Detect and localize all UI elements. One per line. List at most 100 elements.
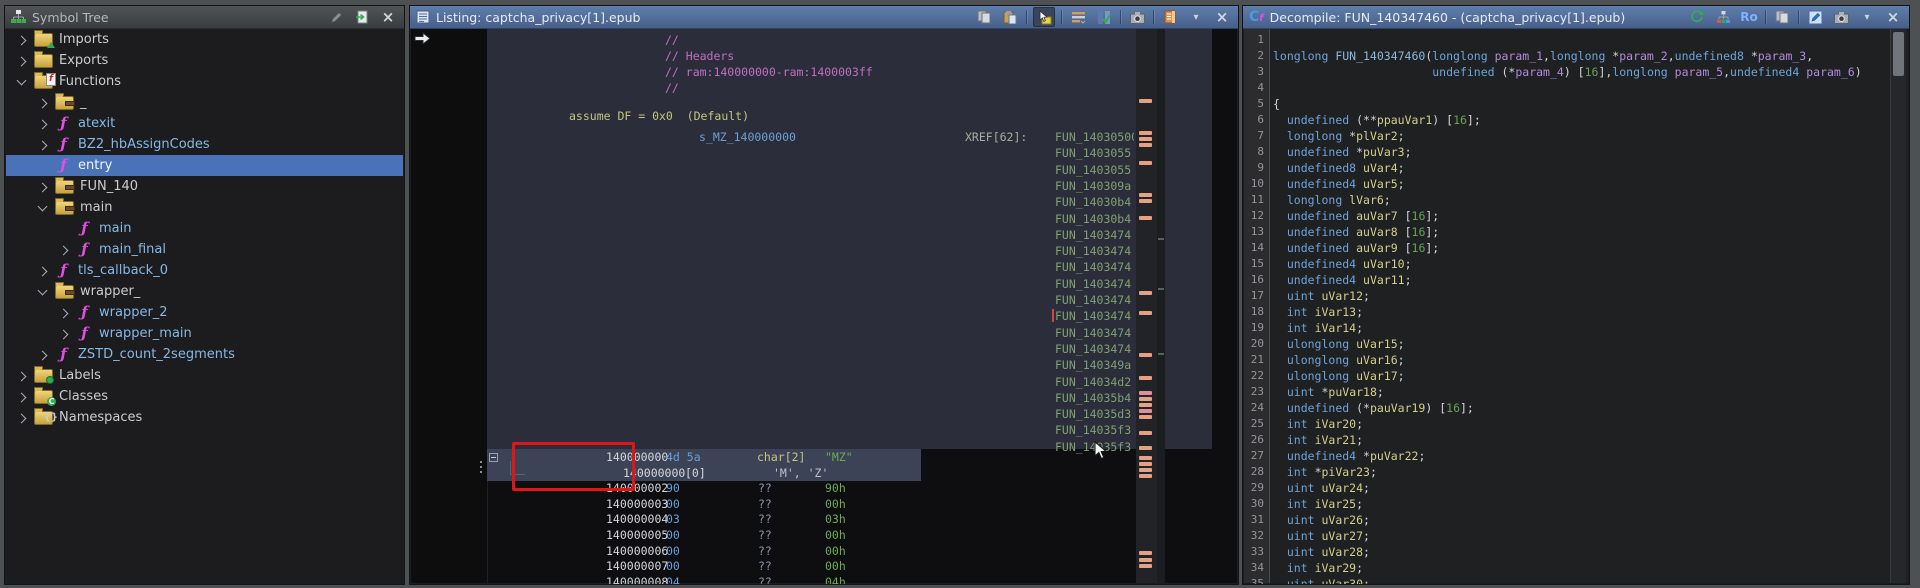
xref-item[interactable]: FUN_1403055 [1055,145,1134,161]
tree-item-tls_callback_0[interactable]: ƒtls_callback_0 [6,260,403,281]
xref-item[interactable]: FUN_14035f3 [1055,422,1134,438]
marker-margin[interactable] [1136,29,1157,583]
chevron-right-icon[interactable] [56,330,70,338]
drag-handle[interactable] [480,458,482,476]
import-icon[interactable] [352,8,372,26]
xref-item[interactable]: FUN_14034d2 [1055,374,1134,390]
diff-icon[interactable] [1094,8,1114,26]
graph-icon[interactable] [1713,8,1733,26]
chevron-down-icon[interactable] [14,79,28,84]
change-marker[interactable] [1139,468,1152,472]
tree-item-wrapper_2[interactable]: ƒwrapper_2 [6,302,403,323]
change-marker[interactable] [1139,564,1152,568]
listing-titlebar[interactable]: Listing: captcha_privacy[1].epub ▾ × [410,6,1238,29]
chevron-right-icon[interactable] [14,393,28,401]
tree-item-BZ2_hbAssignCodes[interactable]: ƒBZ2_hbAssignCodes [6,134,403,155]
change-marker[interactable] [1139,558,1152,562]
edit-icon[interactable] [326,8,346,26]
tree-item-Imports[interactable]: Imports [6,29,403,50]
change-marker[interactable] [1139,131,1152,135]
change-marker[interactable] [1139,403,1152,407]
change-marker[interactable] [1139,311,1152,315]
change-marker[interactable] [1139,143,1152,147]
symbol-tree-titlebar[interactable]: Symbol Tree × [5,6,404,29]
change-marker[interactable] [1139,199,1152,203]
decompile-body[interactable]: 1234567891011121314151617181920212223242… [1244,29,1908,583]
close-icon[interactable]: × [1212,8,1232,26]
tree-item-wrapper_main[interactable]: ƒwrapper_main [6,323,403,344]
symbol-label[interactable]: s_MZ_140000000 [699,129,796,145]
chevron-down-icon[interactable] [35,205,49,210]
decompile-titlebar[interactable]: Cf Decompile: FUN_140347460 - (captcha_p… [1243,6,1909,29]
copy-icon[interactable] [974,8,994,26]
change-marker[interactable] [1139,161,1152,165]
tree-item-wrapper_[interactable]: wrapper_ [6,281,403,302]
xref-item[interactable]: FUN_14035f3 [1055,439,1134,455]
change-marker[interactable] [1139,397,1152,401]
xref-item[interactable]: FUN_14030500 [1055,129,1134,145]
xref-item[interactable]: FUN_1403474 [1055,259,1134,275]
change-marker[interactable] [1139,456,1152,460]
xref-item[interactable]: FUN_1403474 [1055,276,1134,292]
margin-book-icon[interactable] [1160,8,1180,26]
change-marker[interactable] [1139,391,1152,395]
hex-row[interactable]: 14000000700??00h [487,558,1212,574]
hex-row[interactable]: 14000000500??00h [487,527,1212,543]
close-icon[interactable]: × [378,8,398,26]
xref-item[interactable]: FUN_1403474 [1055,341,1134,357]
dropdown-icon[interactable]: ▾ [1186,8,1206,26]
chevron-right-icon[interactable] [56,246,70,254]
tree-item-Labels[interactable]: Labels [6,365,403,386]
xref-item[interactable]: FUN_1403055 [1055,162,1134,178]
change-marker[interactable] [1139,446,1152,450]
chevron-right-icon[interactable] [35,267,49,275]
chevron-right-icon[interactable] [14,57,28,65]
decompile-scrollbar[interactable] [1890,29,1906,583]
chevron-right-icon[interactable] [14,372,28,380]
close-icon[interactable]: × [1883,8,1903,26]
chevron-right-icon[interactable] [35,183,49,191]
xref-item[interactable]: FUN_140349a [1055,357,1134,373]
tree-item-main_final[interactable]: ƒmain_final [6,239,403,260]
refresh-icon[interactable] [1687,8,1707,26]
chevron-right-icon[interactable] [35,351,49,359]
xref-item[interactable]: FUN_1403474 [1055,243,1134,259]
change-marker[interactable] [1139,376,1152,380]
listing-body[interactable]: // // Headers // ram:140000000-ram:14000… [411,29,1237,583]
chevron-right-icon[interactable] [35,99,49,107]
tree-item-main[interactable]: main [6,197,403,218]
header-bars-icon[interactable] [1068,8,1088,26]
chevron-right-icon[interactable] [35,141,49,149]
chevron-down-icon[interactable] [35,289,49,294]
hex-row[interactable]: 14000000403??03h [487,511,1212,527]
change-marker[interactable] [1139,474,1152,478]
change-marker[interactable] [1139,431,1152,435]
tree-item-Classes[interactable]: CClasses [6,386,403,407]
change-marker[interactable] [1139,193,1152,197]
tree-item-atexit[interactable]: ƒatexit [6,113,403,134]
xref-item[interactable]: FUN_14035b4 [1055,390,1134,406]
chevron-right-icon[interactable] [56,309,70,317]
tree-item-_[interactable]: _ [6,92,403,113]
tree-item-Namespaces[interactable]: {}Namespaces [6,407,403,428]
tree-item-FUN_140[interactable]: FUN_140 [6,176,403,197]
collapse-toggle[interactable] [489,453,498,462]
tree-item-ZSTD_count_2segments[interactable]: ƒZSTD_count_2segments [6,344,403,365]
change-marker[interactable] [1139,353,1152,357]
rotate-mode-button[interactable]: Ro [1739,8,1759,26]
xref-item[interactable]: FUN_1403474 [1055,292,1134,308]
hex-row[interactable]: 14000000804??04h [487,574,1212,585]
change-marker[interactable] [1139,99,1152,103]
xref-item[interactable]: FUN_14030b4 [1055,194,1134,210]
copy-icon[interactable] [1772,8,1792,26]
xref-item[interactable]: FUN_1403474 [1055,325,1134,341]
change-marker[interactable] [1139,415,1152,419]
xref-item[interactable]: FUN_14035d3 [1055,406,1134,422]
tree-item-main[interactable]: ƒmain [6,218,403,239]
hex-row[interactable]: 14000000300??00h [487,496,1212,512]
change-marker[interactable] [1139,462,1152,466]
paste-icon[interactable] [1000,8,1020,26]
tree-item-Exports[interactable]: Exports [6,50,403,71]
xref-item[interactable]: FUN_1403474 [1055,227,1134,243]
change-marker[interactable] [1139,551,1152,555]
